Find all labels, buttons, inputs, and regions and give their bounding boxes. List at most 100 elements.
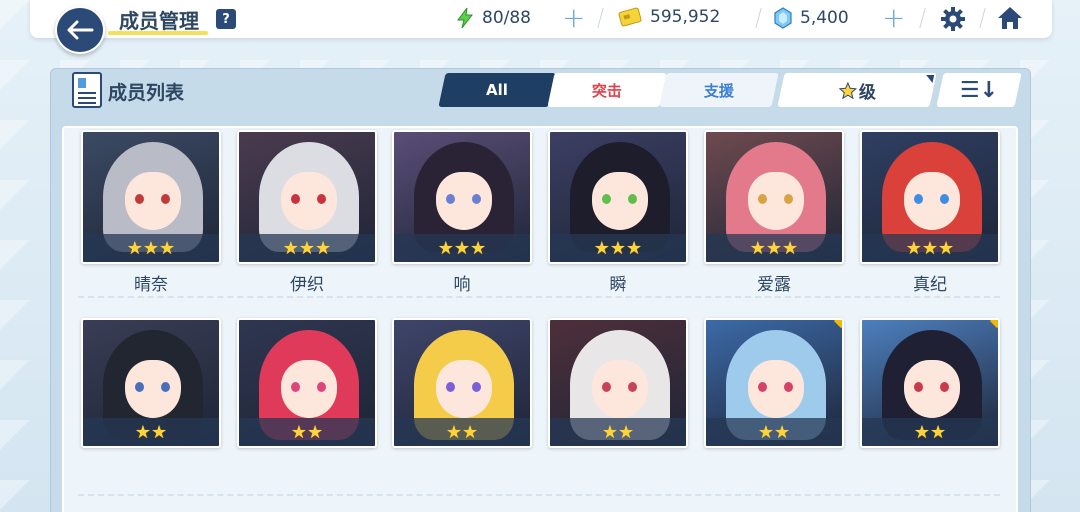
eye-shape <box>602 382 611 392</box>
face-shape <box>592 360 648 418</box>
eye-shape <box>446 382 455 392</box>
student-card[interactable]: ★★★ <box>548 130 688 264</box>
credits-value: 595,952 <box>650 7 721 27</box>
pyroxene-value: 5,400 <box>800 8 849 28</box>
page-title: 成员管理 <box>119 9 199 33</box>
add-pyroxene-button[interactable]: + <box>882 4 905 32</box>
star-rating: ★★★ <box>550 234 686 262</box>
tab-assault-label: 突击 <box>591 81 622 100</box>
sort-order-icon: ☰↓ <box>959 77 999 103</box>
student-card[interactable]: ★★★ <box>81 130 221 264</box>
star-rating: ★★★ <box>862 234 998 262</box>
student-card[interactable]: ★★ <box>548 318 688 448</box>
eye-shape <box>784 194 793 204</box>
star-rating: ★★★ <box>239 234 375 262</box>
help-button[interactable]: ? <box>216 9 236 29</box>
face-shape <box>748 172 804 230</box>
face-shape <box>748 360 804 418</box>
eye-shape <box>317 194 326 204</box>
face-shape <box>281 360 337 418</box>
star-rating: ★★ <box>239 418 375 446</box>
face-shape <box>436 172 492 230</box>
student-name: 晴奈 <box>134 275 168 295</box>
student-name: 真纪 <box>913 275 947 295</box>
eye-shape <box>602 194 611 204</box>
tab-all[interactable]: All <box>438 73 556 107</box>
eye-shape <box>628 382 637 392</box>
student-name: 瞬 <box>609 275 627 295</box>
credits-display: 595,952 <box>618 7 720 27</box>
eye-shape <box>472 382 481 392</box>
sort-label: 级 <box>858 82 876 103</box>
tab-all-label: All <box>486 81 508 99</box>
student-card[interactable]: ★★★ <box>704 130 844 264</box>
member-list-icon <box>72 72 102 108</box>
add-ap-button[interactable]: + <box>562 4 585 32</box>
face-shape <box>436 360 492 418</box>
ap-display: 80/88 <box>456 7 531 29</box>
tab-support-label: 支援 <box>703 81 734 100</box>
gear-icon[interactable] <box>940 6 966 32</box>
student-card[interactable]: ★★★ <box>237 130 377 264</box>
row-separator <box>78 296 1000 298</box>
star-rating: ★★ <box>862 418 998 446</box>
eye-shape <box>914 382 923 392</box>
face-shape <box>592 172 648 230</box>
eye-shape <box>446 194 455 204</box>
student-card[interactable]: ★★★ <box>860 130 1000 264</box>
pyroxene-display: 5,400 <box>774 7 849 29</box>
star-rating: ★★ <box>394 418 530 446</box>
star-rating: ★★ <box>550 418 686 446</box>
eye-shape <box>135 194 144 204</box>
eye-shape <box>628 194 637 204</box>
eye-shape <box>161 194 170 204</box>
ap-value: 80/88 <box>482 8 531 28</box>
dropdown-corner-icon <box>924 75 935 83</box>
credit-card-icon <box>618 7 642 27</box>
panel-title: 成员列表 <box>108 82 185 104</box>
star-icon <box>838 81 857 99</box>
eye-shape <box>291 194 300 204</box>
title-underline <box>108 31 208 35</box>
lightning-icon <box>457 7 474 29</box>
student-name: 爱露 <box>757 275 791 295</box>
student-card[interactable]: ★★★ <box>392 130 532 264</box>
student-card[interactable]: ★★ <box>704 318 844 448</box>
sort-by-star-button[interactable]: 级 <box>777 73 937 107</box>
star-rating: ★★★ <box>706 234 842 262</box>
star-rating: ★★ <box>706 418 842 446</box>
eye-shape <box>472 194 481 204</box>
back-button[interactable] <box>55 6 105 54</box>
eye-shape <box>291 382 300 392</box>
star-rating: ★★★ <box>83 234 219 262</box>
student-card[interactable]: ★★ <box>860 318 1000 448</box>
home-icon[interactable] <box>996 5 1024 31</box>
row-separator <box>78 494 1000 496</box>
face-shape <box>281 172 337 230</box>
face-shape <box>125 360 181 418</box>
eye-shape <box>914 194 923 204</box>
eye-shape <box>758 382 767 392</box>
eye-shape <box>135 382 144 392</box>
student-name: 伊织 <box>290 275 324 295</box>
face-shape <box>904 172 960 230</box>
student-card[interactable]: ★★ <box>81 318 221 448</box>
sort-order-button[interactable]: ☰↓ <box>936 73 1022 107</box>
face-shape <box>904 360 960 418</box>
star-rating: ★★★ <box>394 234 530 262</box>
eye-shape <box>758 194 767 204</box>
tab-assault[interactable]: 突击 <box>547 73 667 107</box>
back-arrow-icon <box>67 20 94 40</box>
pyroxene-gem-icon <box>774 7 792 29</box>
eye-shape <box>940 382 949 392</box>
face-shape <box>125 172 181 230</box>
student-card[interactable]: ★★ <box>237 318 377 448</box>
eye-shape <box>317 382 326 392</box>
eye-shape <box>161 382 170 392</box>
student-name: 响 <box>453 275 471 295</box>
student-card[interactable]: ★★ <box>392 318 532 448</box>
eye-shape <box>940 194 949 204</box>
eye-shape <box>784 382 793 392</box>
tab-support[interactable]: 支援 <box>659 73 779 107</box>
star-rating: ★★ <box>83 418 219 446</box>
